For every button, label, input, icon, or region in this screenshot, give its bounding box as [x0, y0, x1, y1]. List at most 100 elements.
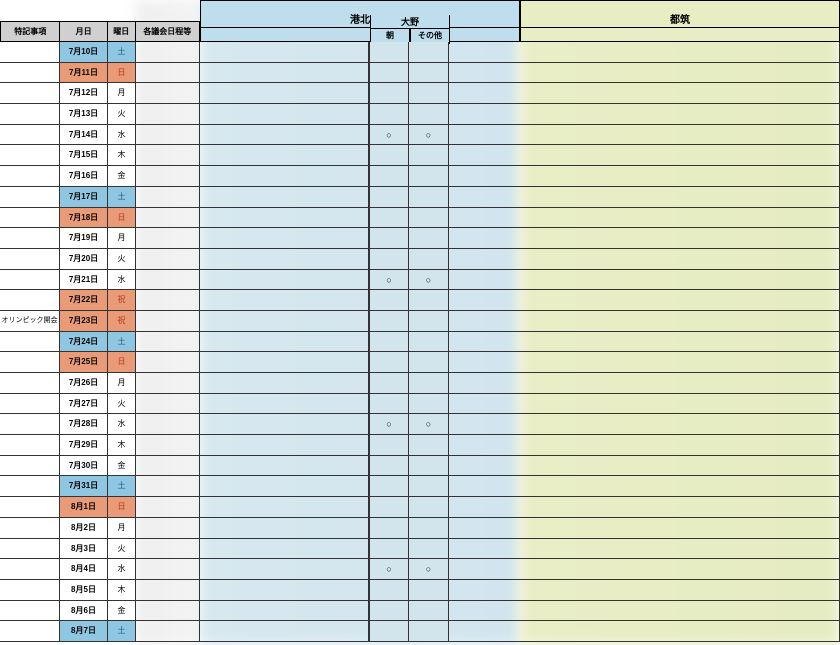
cell-date: 8月3日 [60, 539, 108, 559]
cell-gap [200, 270, 369, 290]
cell-morning: ○ [369, 414, 409, 434]
hdr-sched: 各議会日程等 [136, 22, 199, 41]
cell-dow: 金 [108, 601, 136, 621]
cell-gap [200, 559, 369, 579]
cell-dow: 月 [108, 373, 136, 393]
cell-dow: 金 [108, 166, 136, 186]
cell-sched [136, 63, 200, 83]
cell-rightgap [449, 456, 840, 476]
cell-note [0, 290, 60, 310]
cell-morning [369, 352, 409, 372]
cell-rightgap [449, 601, 840, 621]
cell-gap [200, 394, 369, 414]
cell-note [0, 249, 60, 269]
cell-sched [136, 352, 200, 372]
cell-rightgap [449, 311, 840, 331]
cell-rightgap [449, 208, 840, 228]
cell-other [409, 290, 449, 310]
cell-gap [200, 83, 369, 103]
cell-gap [200, 414, 369, 434]
cell-gap [200, 42, 369, 62]
cell-other [409, 311, 449, 331]
cell-morning [369, 187, 409, 207]
cell-morning [369, 435, 409, 455]
cell-date: 7月24日 [60, 332, 108, 352]
cell-note [0, 208, 60, 228]
region-tsuzuki-title: 都筑 [521, 14, 839, 28]
cell-morning [369, 104, 409, 124]
cell-note [0, 187, 60, 207]
cell-dow: 日 [108, 63, 136, 83]
cell-sched [136, 456, 200, 476]
cell-date: 7月15日 [60, 145, 108, 165]
cell-date: 8月1日 [60, 497, 108, 517]
cell-gap [200, 228, 369, 248]
cell-gap [200, 311, 369, 331]
cell-gap [200, 187, 369, 207]
hdr-date: 月日 [60, 22, 108, 41]
cell-sched [136, 601, 200, 621]
cell-rightgap [449, 104, 840, 124]
cell-sched [136, 476, 200, 496]
cell-gap [200, 497, 369, 517]
cell-morning [369, 145, 409, 165]
cell-gap [200, 373, 369, 393]
cell-sched [136, 559, 200, 579]
cell-gap [200, 601, 369, 621]
table-row: 7月10日土 [0, 42, 840, 63]
table-row: 7月25日日 [0, 352, 840, 373]
cell-sched [136, 249, 200, 269]
cell-note [0, 518, 60, 538]
cell-other [409, 539, 449, 559]
cell-note [0, 270, 60, 290]
cell-date: 7月12日 [60, 83, 108, 103]
cell-dow: 木 [108, 435, 136, 455]
table-row: 8月2日月 [0, 518, 840, 539]
cell-morning [369, 311, 409, 331]
cell-sched [136, 104, 200, 124]
cell-other [409, 63, 449, 83]
cell-gap [200, 145, 369, 165]
cell-gap [200, 290, 369, 310]
region-kohoku-sub: 大野 [370, 15, 450, 29]
cell-sched [136, 394, 200, 414]
table-row: 7月31日土 [0, 476, 840, 497]
cell-dow: 火 [108, 394, 136, 414]
table-row: 8月4日水○○ [0, 559, 840, 580]
cell-dow: 土 [108, 476, 136, 496]
cell-gap [200, 456, 369, 476]
cell-date: 7月31日 [60, 476, 108, 496]
cell-other: ○ [409, 559, 449, 579]
cell-rightgap [449, 290, 840, 310]
cell-other [409, 435, 449, 455]
cell-note [0, 332, 60, 352]
cell-rightgap [449, 352, 840, 372]
table-row: 8月6日金 [0, 601, 840, 622]
cell-dow: 月 [108, 83, 136, 103]
table-row: 7月24日土 [0, 332, 840, 353]
cell-other [409, 145, 449, 165]
cell-date: 8月4日 [60, 559, 108, 579]
cell-morning [369, 539, 409, 559]
cell-note [0, 352, 60, 372]
cell-dow: 土 [108, 187, 136, 207]
cell-rightgap [449, 83, 840, 103]
table-row: 7月13日火 [0, 104, 840, 125]
cell-gap [200, 518, 369, 538]
cell-morning [369, 518, 409, 538]
table-row: 8月1日日 [0, 497, 840, 518]
cell-other [409, 187, 449, 207]
hdr-dow: 曜日 [108, 22, 136, 41]
cell-gap [200, 208, 369, 228]
table-row: 7月22日祝 [0, 290, 840, 311]
cell-rightgap [449, 621, 840, 641]
cell-morning [369, 83, 409, 103]
cell-gap [200, 352, 369, 372]
cell-dow: 土 [108, 621, 136, 641]
cell-morning [369, 63, 409, 83]
table-row: 7月14日水○○ [0, 125, 840, 146]
cell-date: 7月14日 [60, 125, 108, 145]
cell-gap [200, 539, 369, 559]
cell-rightgap [449, 580, 840, 600]
cell-other [409, 42, 449, 62]
